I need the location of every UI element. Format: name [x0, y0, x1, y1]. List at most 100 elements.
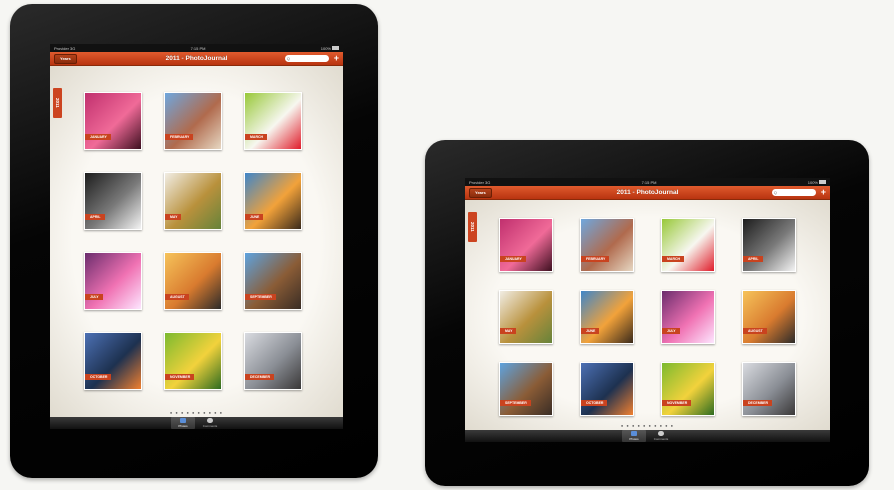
nav-bar: Years 2011 - PhotoJournal Q + — [465, 186, 830, 200]
month-label: APRIL — [743, 256, 763, 262]
month-label: FEBRUARY — [581, 256, 610, 262]
journal-content: 2011 JANUARY FEBRUARY MARCH APRIL MAY JUNE JUL… — [50, 66, 343, 417]
month-label: FEBRUARY — [165, 134, 194, 140]
month-label: JANUARY — [500, 256, 526, 262]
month-tile-august[interactable]: AUGUST — [164, 252, 222, 310]
nav-bar: Years 2011 - PhotoJournal Q + — [50, 52, 343, 66]
month-photo — [245, 173, 301, 229]
month-photo — [743, 219, 795, 271]
year-tab[interactable]: 2011 — [468, 212, 477, 242]
month-tile-march[interactable]: MARCH — [244, 92, 302, 150]
month-label: JUNE — [245, 214, 264, 220]
tab-bar: Photos Comments — [50, 417, 343, 429]
year-tab[interactable]: 2011 — [53, 88, 62, 118]
month-photo — [662, 363, 714, 415]
carrier-label: Provider 3G — [54, 45, 76, 51]
search-input[interactable]: Q — [284, 55, 329, 62]
month-tile-january[interactable]: JANUARY — [499, 218, 553, 272]
add-button[interactable]: + — [821, 188, 826, 197]
month-photo — [581, 363, 633, 415]
tab-photos[interactable]: Photos — [171, 417, 195, 429]
years-back-button[interactable]: Years — [469, 187, 492, 198]
month-photo — [165, 253, 221, 309]
month-photo — [500, 291, 552, 343]
battery-icon — [818, 180, 826, 185]
month-tile-december[interactable]: DECEMBER — [244, 332, 302, 390]
month-label: DECEMBER — [743, 400, 773, 406]
month-label: JANUARY — [85, 134, 111, 140]
month-photo — [662, 219, 714, 271]
month-tile-february[interactable]: FEBRUARY — [164, 92, 222, 150]
tab-comments[interactable]: Comments — [649, 430, 673, 442]
month-label: MARCH — [662, 256, 685, 262]
battery-indicator: 100% — [321, 46, 339, 51]
tab-photos[interactable]: Photos — [622, 430, 646, 442]
month-photo — [85, 93, 141, 149]
month-photo — [85, 253, 141, 309]
journal-content: 2011 JANUARY FEBRUARY MARCH APRIL MAY JUNE JUL… — [465, 200, 830, 430]
month-photo — [165, 333, 221, 389]
month-grid: JANUARY FEBRUARY MARCH APRIL MAY JUNE JULY AUGU… — [499, 218, 796, 416]
month-tile-september[interactable]: SEPTEMBER — [499, 362, 553, 416]
landscape-screen: Provider 3G 7:15 PM 100% Years 2011 - Ph… — [465, 178, 830, 442]
month-photo — [85, 173, 141, 229]
battery-icon — [331, 46, 339, 51]
month-tile-july[interactable]: JULY — [84, 252, 142, 310]
portrait-screen: Provider 3G 7:15 PM 100% Years 2011 - Ph… — [50, 44, 343, 429]
tab-photos-label: Photos — [629, 436, 639, 441]
month-photo — [245, 333, 301, 389]
month-tile-april[interactable]: APRIL — [84, 172, 142, 230]
month-label: NOVEMBER — [662, 400, 692, 406]
month-tile-october[interactable]: OCTOBER — [84, 332, 142, 390]
month-photo — [245, 253, 301, 309]
years-back-button[interactable]: Years — [54, 53, 77, 64]
camera-icon — [631, 431, 637, 437]
month-label: MARCH — [245, 134, 268, 140]
month-label: DECEMBER — [245, 374, 275, 380]
month-grid: JANUARY FEBRUARY MARCH APRIL MAY JUNE JULY AUGU… — [84, 92, 302, 390]
tab-comments-label: Comments — [202, 423, 218, 428]
month-tile-august[interactable]: AUGUST — [742, 290, 796, 344]
month-tile-june[interactable]: JUNE — [244, 172, 302, 230]
speech-bubble-icon — [658, 431, 664, 437]
page-indicator[interactable]: ● ● ● ● ● ● ● ● ● ● — [465, 423, 830, 428]
month-tile-december[interactable]: DECEMBER — [742, 362, 796, 416]
month-tile-march[interactable]: MARCH — [661, 218, 715, 272]
month-tile-may[interactable]: MAY — [164, 172, 222, 230]
month-tile-november[interactable]: NOVEMBER — [661, 362, 715, 416]
month-tile-september[interactable]: SEPTEMBER — [244, 252, 302, 310]
month-tile-july[interactable]: JULY — [661, 290, 715, 344]
month-tile-november[interactable]: NOVEMBER — [164, 332, 222, 390]
search-input[interactable]: Q — [771, 189, 816, 196]
tab-bar: Photos Comments — [465, 430, 830, 442]
month-tile-april[interactable]: APRIL — [742, 218, 796, 272]
scene: Provider 3G 7:15 PM 100% Years 2011 - Ph… — [0, 0, 894, 490]
month-photo — [581, 291, 633, 343]
month-label: JULY — [662, 328, 680, 334]
month-label: SEPTEMBER — [245, 294, 276, 300]
month-tile-january[interactable]: JANUARY — [84, 92, 142, 150]
tab-photos-label: Photos — [178, 423, 188, 428]
month-tile-june[interactable]: JUNE — [580, 290, 634, 344]
month-label: APRIL — [85, 214, 105, 220]
month-label: JUNE — [581, 328, 600, 334]
month-photo — [165, 173, 221, 229]
month-photo — [165, 93, 221, 149]
month-label: MAY — [500, 328, 517, 334]
ipad-portrait: Provider 3G 7:15 PM 100% Years 2011 - Ph… — [10, 4, 378, 478]
page-indicator[interactable]: ● ● ● ● ● ● ● ● ● ● — [50, 410, 343, 415]
search-icon: Q — [286, 56, 290, 61]
month-tile-may[interactable]: MAY — [499, 290, 553, 344]
add-button[interactable]: + — [334, 54, 339, 63]
status-time: 7:15 PM — [641, 179, 657, 185]
month-label: AUGUST — [165, 294, 189, 300]
status-bar: Provider 3G 7:15 PM 100% — [50, 44, 343, 52]
camera-icon — [180, 418, 186, 424]
month-tile-october[interactable]: OCTOBER — [580, 362, 634, 416]
month-photo — [245, 93, 301, 149]
month-photo — [500, 219, 552, 271]
tab-comments[interactable]: Comments — [198, 417, 222, 429]
month-label: NOVEMBER — [165, 374, 195, 380]
month-photo — [662, 291, 714, 343]
month-tile-february[interactable]: FEBRUARY — [580, 218, 634, 272]
